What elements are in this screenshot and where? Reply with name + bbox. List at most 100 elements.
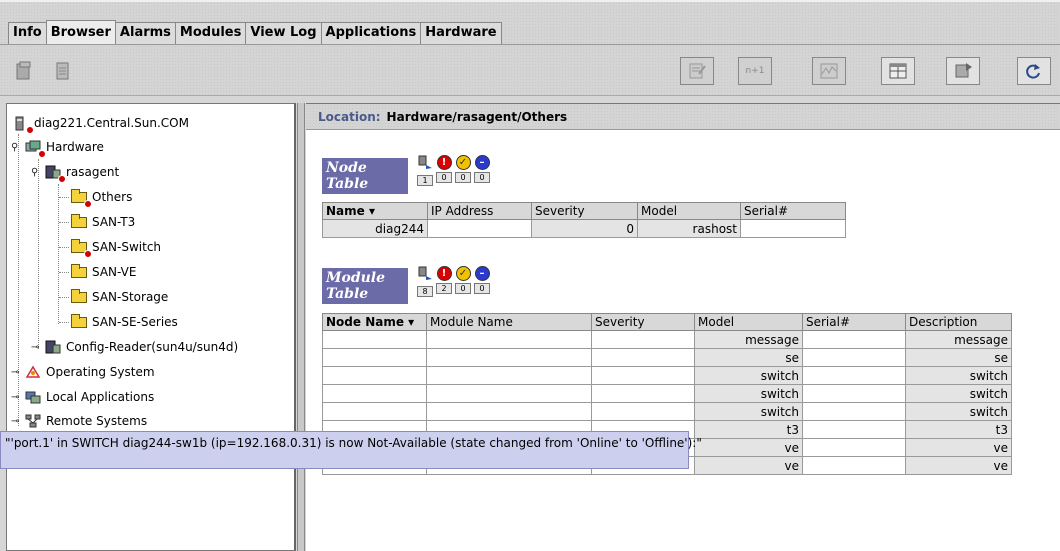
collapse-toggle-icon[interactable]: ⊸	[11, 416, 25, 427]
cell-serial	[802, 402, 906, 421]
alarm-critical-cell[interactable]: ! 2	[436, 266, 452, 297]
cell-name: diag244	[322, 219, 428, 238]
tab-alarms[interactable]: Alarms	[114, 22, 176, 44]
collapse-toggle-icon[interactable]: ⊸	[31, 342, 45, 353]
folder-icon	[71, 264, 87, 279]
column-header-serial[interactable]: Serial#	[740, 202, 846, 220]
tab-browser[interactable]: Browser	[45, 20, 116, 44]
alarm-count: 0	[474, 283, 490, 294]
alarm-tooltip: "'port.1' in SWITCH diag244-sw1b (ip=192…	[0, 431, 702, 469]
alarm-count: 1	[417, 175, 433, 186]
node-alarm-summary: 1 ! 0 ✓ 0 – 0	[417, 155, 490, 186]
tab-list: Info Browser Alarms Modules View Log App…	[8, 20, 502, 44]
table-row[interactable]: se se	[322, 348, 1012, 367]
alarm-critical-cell[interactable]: ! 0	[436, 155, 452, 186]
column-header-module-name[interactable]: Module Name	[426, 313, 592, 331]
tree-item-rasagent[interactable]: ⚲ rasagent	[31, 161, 119, 183]
tree-root-label: diag221.Central.Sun.COM	[34, 116, 189, 130]
table-view-icon[interactable]	[881, 57, 915, 85]
cell-serial	[802, 366, 906, 385]
column-header-severity[interactable]: Severity	[591, 313, 695, 331]
cell-node-name	[322, 366, 427, 385]
alarm-major-cell[interactable]: ✓ 0	[455, 155, 471, 186]
alarm-down-cell[interactable]: 1	[417, 155, 433, 186]
column-header-model[interactable]: Model	[637, 202, 741, 220]
tree-item-config-reader[interactable]: ⊸ Config-Reader(sun4u/sun4d)	[31, 336, 238, 358]
column-header-node-name[interactable]: Node Name ▾	[322, 313, 427, 331]
cell-model: t3	[694, 420, 803, 439]
down-alarm-icon	[418, 155, 433, 173]
node-table-title: Node Table	[322, 158, 408, 194]
table-row[interactable]: switch switch	[322, 384, 1012, 403]
column-header-severity[interactable]: Severity	[531, 202, 638, 220]
tree-item-operating-system[interactable]: ⊸ Operating System	[11, 361, 155, 383]
tree-item-san-ve[interactable]: SAN-VE	[71, 261, 136, 283]
cell-description: ve	[905, 456, 1012, 475]
column-header-ip-address[interactable]: IP Address	[427, 202, 532, 220]
minor-alarm-icon: –	[474, 155, 490, 170]
column-header-name[interactable]: Name ▾	[322, 202, 428, 220]
location-label: Location:	[318, 109, 381, 124]
cell-description: ve	[905, 438, 1012, 457]
tab-hardware[interactable]: Hardware	[420, 22, 502, 44]
tab-view-log[interactable]: View Log	[245, 22, 322, 44]
cell-description: switch	[905, 366, 1012, 385]
table-row[interactable]: switch switch	[322, 402, 1012, 421]
cell-severity	[591, 366, 695, 385]
table-row[interactable]: message message	[322, 330, 1012, 349]
alarm-minor-cell[interactable]: – 0	[474, 266, 490, 297]
folder-icon	[71, 214, 87, 229]
column-header-description[interactable]: Description	[905, 313, 1012, 331]
tree-root[interactable]: diag221.Central.Sun.COM	[13, 112, 189, 134]
open-icon[interactable]	[14, 57, 36, 85]
alarm-major-cell[interactable]: ✓ 0	[455, 266, 471, 297]
tree-item-san-switch[interactable]: SAN-Switch	[71, 236, 161, 258]
tab-applications[interactable]: Applications	[320, 22, 422, 44]
cell-module-name	[426, 348, 592, 367]
alarm-count: 0	[436, 172, 452, 183]
pane-splitter[interactable]	[297, 103, 305, 551]
table-row[interactable]: diag244 0 rashost	[322, 219, 846, 238]
alarm-count: 8	[417, 286, 433, 297]
minor-alarm-icon: –	[474, 266, 490, 281]
alarm-down-cell[interactable]: 8	[417, 266, 433, 297]
document-icon[interactable]	[52, 57, 74, 85]
applications-icon	[25, 390, 41, 404]
cell-serial	[802, 348, 906, 367]
column-header-serial[interactable]: Serial#	[802, 313, 906, 331]
tree-item-label: Local Applications	[46, 390, 155, 404]
network-icon	[25, 414, 41, 428]
sync-icon[interactable]	[946, 57, 980, 85]
tree-item-remote-systems[interactable]: ⊸ Remote Systems	[11, 410, 147, 432]
column-header-model[interactable]: Model	[694, 313, 803, 331]
tree-item-hardware[interactable]: ⚲ Hardware	[11, 136, 104, 158]
tree-pane[interactable]: diag221.Central.Sun.COM ⚲ Hardware ⚲ ras…	[6, 103, 296, 551]
n-1-icon[interactable]: n+1	[738, 57, 772, 85]
table-row[interactable]: switch switch	[322, 366, 1012, 385]
tree-item-san-storage[interactable]: SAN-Storage	[71, 286, 168, 308]
refresh-icon[interactable]	[1017, 57, 1051, 85]
expand-toggle-icon[interactable]: ⚲	[31, 167, 45, 178]
details-icon[interactable]	[680, 57, 714, 85]
os-icon	[25, 365, 41, 379]
location-bar: Location: Hardware/rasagent/Others	[306, 104, 1060, 130]
tab-bar: Info Browser Alarms Modules View Log App…	[0, 0, 1060, 46]
tree-item-san-t3[interactable]: SAN-T3	[71, 211, 135, 233]
expand-toggle-icon[interactable]: ⚲	[11, 142, 25, 153]
tree-item-local-applications[interactable]: ⊸ Local Applications	[11, 386, 154, 408]
tab-info[interactable]: Info	[8, 22, 47, 44]
collapse-toggle-icon[interactable]: ⊸	[11, 392, 25, 403]
tree-item-others[interactable]: Others	[71, 186, 132, 208]
cell-node-name	[322, 402, 427, 421]
graph-icon[interactable]	[812, 57, 846, 85]
module-table-title: Module Table	[322, 268, 408, 304]
critical-alarm-icon: !	[436, 155, 452, 170]
alarm-minor-cell[interactable]: – 0	[474, 155, 490, 186]
cell-module-name	[426, 330, 592, 349]
tree-item-label: Config-Reader(sun4u/sun4d)	[66, 340, 239, 354]
tab-modules[interactable]: Modules	[174, 22, 247, 44]
collapse-toggle-icon[interactable]: ⊸	[11, 367, 25, 378]
tree-item-san-se-series[interactable]: SAN-SE-Series	[71, 311, 178, 333]
n-1-label: n+1	[745, 66, 765, 76]
cell-module-name	[426, 366, 592, 385]
